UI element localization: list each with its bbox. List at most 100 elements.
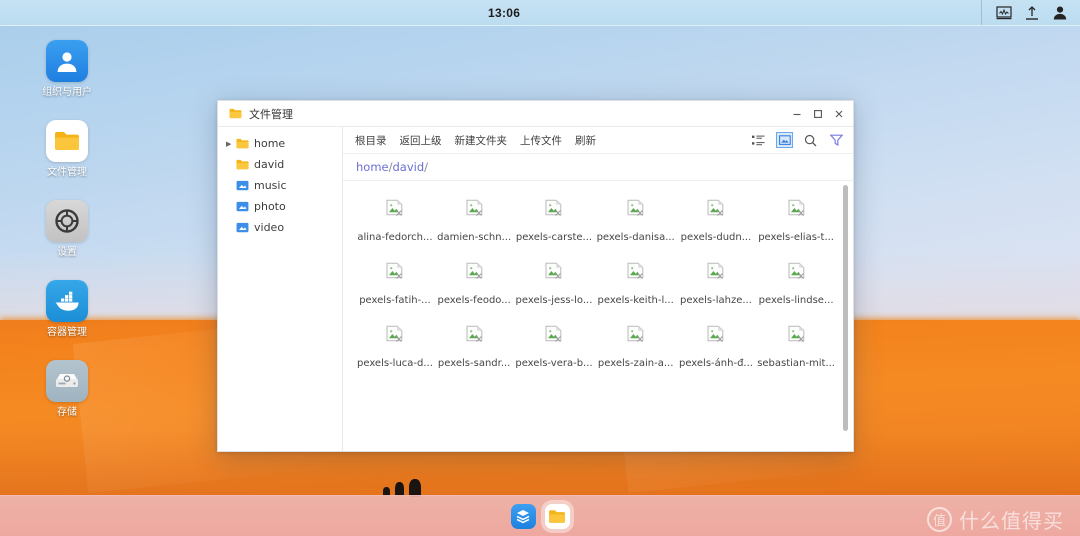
desktop-icon-docker[interactable]: 容器管理	[22, 280, 112, 339]
breadcrumb: home / david /	[343, 154, 853, 181]
maximize-button[interactable]	[807, 104, 828, 124]
sidebar-item-label: photo	[254, 200, 286, 213]
file-grid-item[interactable]: pexels-elias-t...	[755, 195, 837, 247]
search-icon[interactable]	[802, 132, 819, 148]
refresh-button[interactable]: 刷新	[575, 133, 596, 148]
window-title-bar[interactable]: 文件管理	[218, 101, 853, 127]
file-name: pexels-keith-l...	[597, 295, 674, 306]
file-grid-item[interactable]: pexels-lindse...	[755, 258, 837, 310]
file-name: pexels-elias-t...	[758, 232, 834, 243]
file-grid-item[interactable]: pexels-feodo...	[435, 258, 513, 310]
desktop-icon-label: 设置	[57, 247, 77, 258]
breadcrumb-home[interactable]: home	[356, 160, 389, 174]
file-grid-item[interactable]: pexels-carste...	[513, 195, 594, 247]
monitor-icon[interactable]	[996, 5, 1012, 21]
folder-blue-icon	[236, 201, 249, 212]
desktop-icon-label: 文件管理	[47, 167, 87, 178]
sidebar-item-video[interactable]: video	[218, 217, 342, 238]
file-name: pexels-lahze...	[680, 295, 752, 306]
folder-blue-icon	[236, 180, 249, 191]
file-name: pexels-vera-b...	[515, 358, 593, 369]
file-grid-item[interactable]: pexels-luca-d...	[355, 321, 435, 373]
file-grid-item[interactable]: pexels-lahze...	[677, 258, 755, 310]
watermark-text: 什么值得买	[959, 509, 1064, 533]
main-panel: 根目录 返回上级 新建文件夹 上传文件 刷新 home / david / al…	[343, 127, 853, 451]
sidebar-item-photo[interactable]: photo	[218, 196, 342, 217]
broken-image-icon	[627, 325, 644, 342]
list-view-icon[interactable]	[750, 132, 767, 148]
grid-view-icon[interactable]	[776, 132, 793, 148]
sidebar-tree: ▶ home david music photo video	[218, 127, 343, 451]
filter-icon[interactable]	[828, 132, 845, 148]
file-grid-item[interactable]: pexels-fatih-...	[355, 258, 435, 310]
file-name: pexels-dudn...	[680, 232, 752, 243]
folder-icon	[229, 108, 242, 119]
file-grid-item[interactable]: pexels-zain-a...	[595, 321, 677, 373]
file-grid-item[interactable]: pexels-danisa...	[595, 195, 677, 247]
broken-image-icon	[386, 199, 403, 216]
broken-image-icon	[627, 199, 644, 216]
file-name: alina-fedorch...	[357, 232, 433, 243]
file-name: pexels-feodo...	[437, 295, 511, 306]
desktop-icon-label: 容器管理	[47, 327, 87, 338]
docker-whale-icon	[46, 280, 88, 322]
hard-drive-icon	[46, 360, 88, 402]
file-name: pexels-ánh-đ...	[678, 358, 753, 369]
desktop-icon-users[interactable]: 组织与用户	[22, 40, 112, 99]
file-grid-item[interactable]: pexels-keith-l...	[595, 258, 677, 310]
file-name: pexels-carste...	[515, 232, 593, 243]
breadcrumb-david[interactable]: david	[392, 160, 424, 174]
vertical-scrollbar[interactable]	[843, 185, 848, 431]
broken-image-icon	[466, 325, 482, 342]
broken-image-icon	[788, 199, 804, 216]
gear-icon	[46, 200, 88, 242]
folder-icon	[549, 509, 565, 523]
top-status-bar: 13:06	[0, 0, 1080, 26]
upload-icon[interactable]	[1024, 5, 1040, 21]
folder-icon	[46, 120, 88, 162]
file-name: pexels-jess-lo...	[515, 295, 593, 306]
root-directory-button[interactable]: 根目录	[355, 133, 387, 148]
user-icon[interactable]	[1052, 5, 1068, 21]
file-grid-item[interactable]: sebastian-mit...	[755, 321, 837, 373]
sidebar-item-label: music	[254, 179, 287, 192]
file-grid-item[interactable]: alina-fedorch...	[355, 195, 435, 247]
taskbar	[0, 495, 1080, 536]
file-grid-item[interactable]: pexels-ánh-đ...	[677, 321, 755, 373]
taskbar-file-manager[interactable]	[544, 503, 570, 529]
file-name: pexels-fatih-...	[359, 295, 431, 306]
go-up-button[interactable]: 返回上级	[400, 133, 442, 148]
file-name: pexels-luca-d...	[357, 358, 433, 369]
desktop-icon-settings[interactable]: 设置	[22, 200, 112, 259]
file-grid-item[interactable]: pexels-vera-b...	[513, 321, 594, 373]
view-controls	[750, 132, 845, 148]
upload-file-button[interactable]: 上传文件	[520, 133, 562, 148]
broken-image-icon	[707, 199, 724, 216]
toolbar: 根目录 返回上级 新建文件夹 上传文件 刷新	[343, 127, 853, 154]
file-name: pexels-lindse...	[758, 295, 834, 306]
sidebar-item-music[interactable]: music	[218, 175, 342, 196]
broken-image-icon	[788, 325, 804, 342]
broken-image-icon	[545, 262, 562, 279]
file-grid-item[interactable]: damien-schn...	[435, 195, 513, 247]
file-grid-item[interactable]: pexels-sandr...	[435, 321, 513, 373]
desktop-icon-files[interactable]: 文件管理	[22, 120, 112, 179]
file-name: pexels-zain-a...	[597, 358, 674, 369]
file-grid-item[interactable]: pexels-jess-lo...	[513, 258, 594, 310]
sidebar-item-home[interactable]: ▶ home	[218, 133, 342, 154]
breadcrumb-separator-trailing: /	[424, 160, 429, 174]
desktop-icon-storage[interactable]: 存储	[22, 360, 112, 419]
taskbar-layers-app[interactable]	[510, 503, 536, 529]
file-grid-item[interactable]: pexels-dudn...	[677, 195, 755, 247]
close-button[interactable]	[828, 104, 849, 124]
minimize-button[interactable]	[786, 104, 807, 124]
sidebar-item-label: david	[254, 158, 285, 171]
file-name: sebastian-mit...	[757, 358, 835, 369]
new-folder-button[interactable]: 新建文件夹	[455, 133, 508, 148]
sidebar-item-label: video	[254, 221, 285, 234]
broken-image-icon	[466, 262, 482, 279]
folder-yellow-icon	[236, 138, 249, 149]
sidebar-item-david[interactable]: david	[218, 154, 342, 175]
chevron-right-icon[interactable]: ▶	[226, 140, 236, 148]
file-name: pexels-danisa...	[596, 232, 675, 243]
